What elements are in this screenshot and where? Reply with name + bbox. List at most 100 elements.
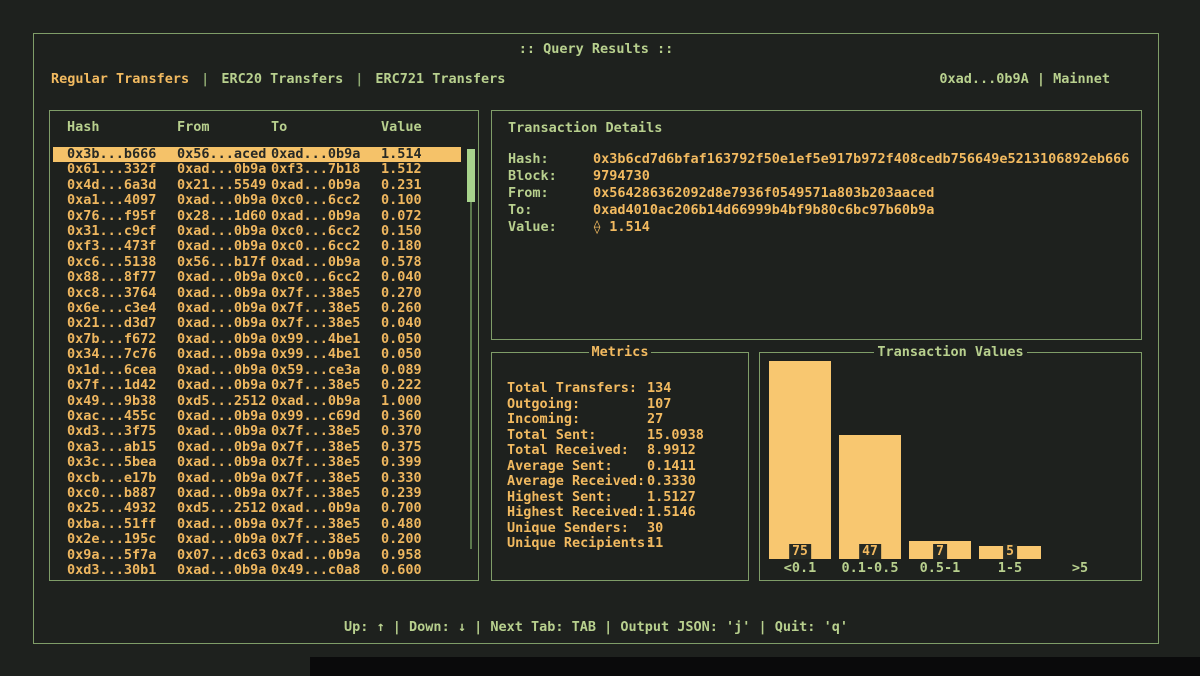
histogram-bar-value: 47 bbox=[859, 544, 881, 559]
table-row[interactable]: 0x9a...5f7a0x07...dc630xad...0b9a0.958 bbox=[53, 548, 461, 563]
histogram-bar-slot: 47 bbox=[839, 359, 901, 559]
table-cell: 0x7f...38e5 bbox=[271, 517, 381, 532]
table-cell: 0xd5...2512 bbox=[177, 394, 271, 409]
table-row[interactable]: 0xcb...e17b0xad...0b9a0x7f...38e50.330 bbox=[53, 471, 461, 486]
table-cell: 0.040 bbox=[381, 316, 461, 331]
table-row[interactable]: 0x31...c9cf0xad...0b9a0xc0...6cc20.150 bbox=[53, 224, 461, 239]
table-cell: 0xc6...5138 bbox=[67, 255, 177, 270]
table-cell: 0x9a...5f7a bbox=[67, 548, 177, 563]
metric-value: 8.9912 bbox=[647, 443, 696, 459]
detail-label: To: bbox=[508, 202, 593, 219]
table-row[interactable]: 0xba...51ff0xad...0b9a0x7f...38e50.480 bbox=[53, 517, 461, 532]
tab-erc20-transfers[interactable]: ERC20 Transfers bbox=[221, 71, 343, 87]
metric-label: Outgoing: bbox=[507, 397, 647, 413]
table-cell: 1.512 bbox=[381, 162, 461, 177]
table-cell: 0x49...c0a8 bbox=[271, 563, 381, 578]
table-cell: 0x99...c69d bbox=[271, 409, 381, 424]
table-row[interactable]: 0x3b...b6660x56...aced0xad...0b9a1.514 bbox=[53, 147, 461, 162]
table-cell: 0x76...f95f bbox=[67, 209, 177, 224]
table-row[interactable]: 0xc6...51380x56...b17f0xad...0b9a0.578 bbox=[53, 255, 461, 270]
detail-label: Hash: bbox=[508, 151, 593, 168]
table-cell: 0x7f...38e5 bbox=[271, 471, 381, 486]
table-cell: 0xad...0b9a bbox=[177, 378, 271, 393]
metric-value: 0.3330 bbox=[647, 474, 696, 490]
table-row[interactable]: 0xc8...37640xad...0b9a0x7f...38e50.270 bbox=[53, 286, 461, 301]
table-cell: 0.330 bbox=[381, 471, 461, 486]
detail-row-hash: Hash: 0x3b6cd7d6bfaf163792f50e1ef5e917b9… bbox=[508, 151, 1131, 168]
table-row[interactable]: 0xa3...ab150xad...0b9a0x7f...38e50.375 bbox=[53, 440, 461, 455]
table-cell: 0xf3...7b18 bbox=[271, 162, 381, 177]
table-cell: 0xad...0b9a bbox=[271, 255, 381, 270]
table-row[interactable]: 0x2e...195c0xad...0b9a0x7f...38e50.200 bbox=[53, 532, 461, 547]
table-cell: 0.260 bbox=[381, 301, 461, 316]
table-row[interactable]: 0x21...d3d70xad...0b9a0x7f...38e50.040 bbox=[53, 316, 461, 331]
table-row[interactable]: 0xd3...3f750xad...0b9a0x7f...38e50.370 bbox=[53, 424, 461, 439]
table-cell: 0.150 bbox=[381, 224, 461, 239]
histogram-bar-slot: 5 bbox=[979, 359, 1041, 559]
table-cell: 0.360 bbox=[381, 409, 461, 424]
table-row[interactable]: 0x88...8f770xad...0b9a0xc0...6cc20.040 bbox=[53, 270, 461, 285]
table-cell: 0x99...4be1 bbox=[271, 332, 381, 347]
table-row[interactable]: 0xc0...b8870xad...0b9a0x7f...38e50.239 bbox=[53, 486, 461, 501]
table-cell: 0x28...1d60 bbox=[177, 209, 271, 224]
chart-panel-title: Transaction Values bbox=[760, 344, 1141, 360]
table-cell: 0x7f...38e5 bbox=[271, 440, 381, 455]
histogram-labels: <0.10.1-0.50.5-11-5>5 bbox=[769, 560, 1132, 576]
table-cell: 0.399 bbox=[381, 455, 461, 470]
table-cell: 0xac...455c bbox=[67, 409, 177, 424]
scrollbar-track[interactable] bbox=[470, 202, 472, 549]
tab-erc721-transfers[interactable]: ERC721 Transfers bbox=[375, 71, 505, 87]
table-row[interactable]: 0x7f...1d420xad...0b9a0x7f...38e50.222 bbox=[53, 378, 461, 393]
table-cell: 0xc0...6cc2 bbox=[271, 224, 381, 239]
table-cell: 0.370 bbox=[381, 424, 461, 439]
table-cell: 0x07...dc63 bbox=[177, 548, 271, 563]
table-cell: 0xad...0b9a bbox=[177, 332, 271, 347]
table-cell: 0xad...0b9a bbox=[271, 394, 381, 409]
metric-label: Total Transfers: bbox=[507, 381, 647, 397]
table-row[interactable]: 0x6e...c3e40xad...0b9a0x7f...38e50.260 bbox=[53, 301, 461, 316]
table-row[interactable]: 0x1d...6cea0xad...0b9a0x59...ce3a0.089 bbox=[53, 363, 461, 378]
terminal-screen: :: Query Results :: Regular Transfers | … bbox=[0, 0, 1200, 676]
table-cell: 0xa1...4097 bbox=[67, 193, 177, 208]
metric-value: 107 bbox=[647, 397, 671, 413]
metric-label: Unique Senders: bbox=[507, 521, 647, 537]
table-cell: 0xad...0b9a bbox=[271, 209, 381, 224]
table-row[interactable]: 0x34...7c760xad...0b9a0x99...4be10.050 bbox=[53, 347, 461, 362]
table-row[interactable]: 0x49...9b380xd5...25120xad...0b9a1.000 bbox=[53, 394, 461, 409]
table-row[interactable]: 0xd3...30b10xad...0b9a0x49...c0a80.600 bbox=[53, 563, 461, 578]
scrollbar-thumb[interactable] bbox=[467, 149, 475, 202]
table-cell: 0x7f...38e5 bbox=[271, 378, 381, 393]
histogram-bars: 754775 bbox=[769, 359, 1132, 559]
table-cell: 0xad...0b9a bbox=[177, 162, 271, 177]
table-row[interactable]: 0x76...f95f0x28...1d600xad...0b9a0.072 bbox=[53, 209, 461, 224]
metric-label: Highest Received: bbox=[507, 505, 647, 521]
table-cell: 0x88...8f77 bbox=[67, 270, 177, 285]
metrics-list: Total Transfers:134Outgoing:107Incoming:… bbox=[507, 381, 740, 552]
table-row[interactable]: 0xf3...473f0xad...0b9a0xc0...6cc20.180 bbox=[53, 239, 461, 254]
histogram-x-label: 1-5 bbox=[979, 560, 1041, 576]
column-header-to: To bbox=[271, 119, 381, 135]
table-row[interactable]: 0x25...49320xd5...25120xad...0b9a0.700 bbox=[53, 501, 461, 516]
table-row[interactable]: 0x7b...f6720xad...0b9a0x99...4be10.050 bbox=[53, 332, 461, 347]
table-row[interactable]: 0x3c...5bea0xad...0b9a0x7f...38e50.399 bbox=[53, 455, 461, 470]
table-cell: 0xad...0b9a bbox=[177, 270, 271, 285]
column-header-from: From bbox=[177, 119, 271, 135]
table-cell: 0.578 bbox=[381, 255, 461, 270]
table-cell: 0xad...0b9a bbox=[177, 316, 271, 331]
table-row[interactable]: 0xa1...40970xad...0b9a0xc0...6cc20.100 bbox=[53, 193, 461, 208]
table-row[interactable]: 0x4d...6a3d0x21...55490xad...0b9a0.231 bbox=[53, 178, 461, 193]
metric-label: Highest Sent: bbox=[507, 490, 647, 506]
table-row[interactable]: 0xac...455c0xad...0b9a0x99...c69d0.360 bbox=[53, 409, 461, 424]
table-cell: 0xad...0b9a bbox=[177, 239, 271, 254]
table-cell: 0x34...7c76 bbox=[67, 347, 177, 362]
table-cell: 0.180 bbox=[381, 239, 461, 254]
table-row[interactable]: 0x61...332f0xad...0b9a0xf3...7b181.512 bbox=[53, 162, 461, 177]
tab-regular-transfers[interactable]: Regular Transfers bbox=[51, 71, 189, 87]
metric-row: Incoming:27 bbox=[507, 412, 740, 428]
histogram-bar bbox=[839, 435, 901, 559]
table-cell: 0xad...0b9a bbox=[177, 363, 271, 378]
table-cell: 1.514 bbox=[381, 147, 461, 162]
histogram-bar-slot: 7 bbox=[909, 359, 971, 559]
table-cell: 0x7f...38e5 bbox=[271, 455, 381, 470]
metric-value: 1.5146 bbox=[647, 505, 696, 521]
